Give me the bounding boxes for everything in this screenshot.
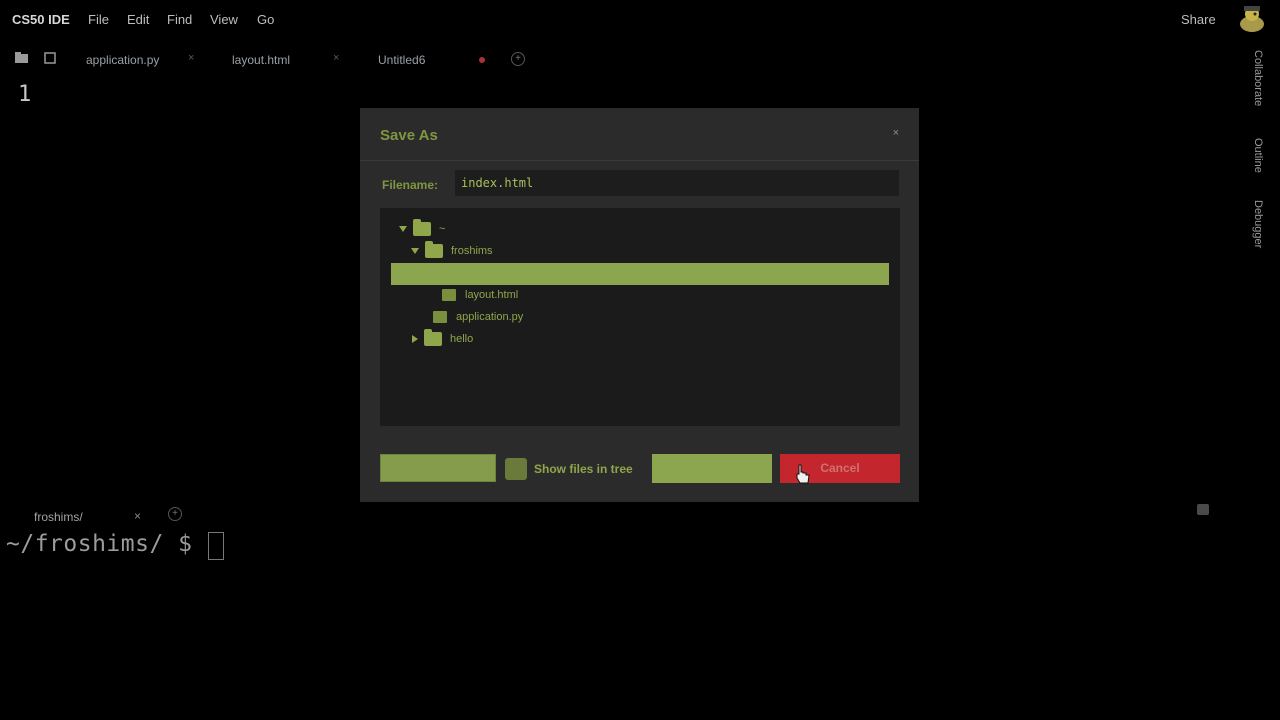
tree-item-application-py[interactable]: application.py [433,308,523,326]
chevron-down-icon[interactable] [411,248,419,254]
menu-go[interactable]: Go [257,12,274,27]
tree-item-layout-html[interactable]: layout.html [442,286,518,304]
folder-tree[interactable]: ~ froshims layout.html application.py he… [380,208,900,426]
tree-item-froshims[interactable]: froshims [411,241,493,260]
file-icon [433,311,447,323]
save-as-dialog: Save As × Filename: ~ froshims layout.ht… [360,108,919,502]
editor-tab-bar: application.py × layout.html × Untitled6… [0,44,1240,74]
folder-icon [425,241,443,258]
tree-item-label: ~ [439,223,446,235]
chevron-down-icon[interactable] [399,226,407,232]
avatar[interactable] [1236,4,1268,34]
tab-application-py[interactable]: application.py [86,53,159,67]
tree-item-label: hello [450,333,474,345]
hand-cursor-icon [796,464,810,484]
menu-find[interactable]: Find [167,12,192,27]
terminal-tab-bar: froshims/ × + [0,504,1240,528]
show-files-label: Show files in tree [534,462,633,476]
close-tab-icon[interactable]: × [134,509,141,523]
dialog-title: Save As [380,127,438,144]
tab-layout-html[interactable]: layout.html [232,53,290,67]
add-terminal-icon[interactable]: + [168,507,182,521]
chevron-right-icon[interactable] [412,335,418,343]
folder-icon[interactable] [15,52,29,64]
create-folder-button[interactable] [380,454,496,482]
filename-label: Filename: [382,178,439,192]
line-number: 1 [18,82,32,107]
side-tab-debugger[interactable]: Debugger [1252,200,1264,248]
menu-file[interactable]: File [88,12,109,27]
selected-tree-row[interactable] [391,263,889,285]
close-tab-icon[interactable]: × [333,52,339,64]
app-brand[interactable]: CS50 IDE [12,12,70,27]
tree-item-label: application.py [456,311,524,323]
file-icon [442,289,456,301]
side-tab-outline[interactable]: Outline [1252,138,1264,173]
menu-edit[interactable]: Edit [127,12,149,27]
folder-icon [413,219,431,236]
terminal-cursor[interactable] [208,532,224,560]
save-button[interactable] [652,454,772,483]
tree-item-hello[interactable]: hello [412,329,474,348]
new-file-icon[interactable] [44,52,56,64]
add-tab-icon[interactable]: + [511,52,525,66]
tree-item-label: froshims [451,245,493,257]
terminal-tab[interactable]: froshims/ [34,510,83,524]
menu-view[interactable]: View [210,12,238,27]
folder-icon [424,329,442,346]
unsaved-indicator[interactable] [479,57,485,63]
close-icon[interactable]: × [893,127,899,139]
tab-untitled6[interactable]: Untitled6 [378,53,425,67]
divider [360,160,919,161]
terminal-options-icon[interactable] [1197,504,1209,515]
tree-item-label: layout.html [465,289,519,301]
close-tab-icon[interactable]: × [188,52,194,64]
share-button[interactable]: Share [1181,12,1216,27]
terminal-prompt: ~/froshims/ $ [6,531,193,557]
filename-field[interactable] [455,170,899,196]
side-tab-collaborate[interactable]: Collaborate [1252,50,1264,106]
menu-bar: CS50 IDE File Edit Find View Go Share [0,0,1280,38]
show-files-checkbox[interactable] [505,458,527,480]
tree-item-home[interactable]: ~ [399,219,446,238]
